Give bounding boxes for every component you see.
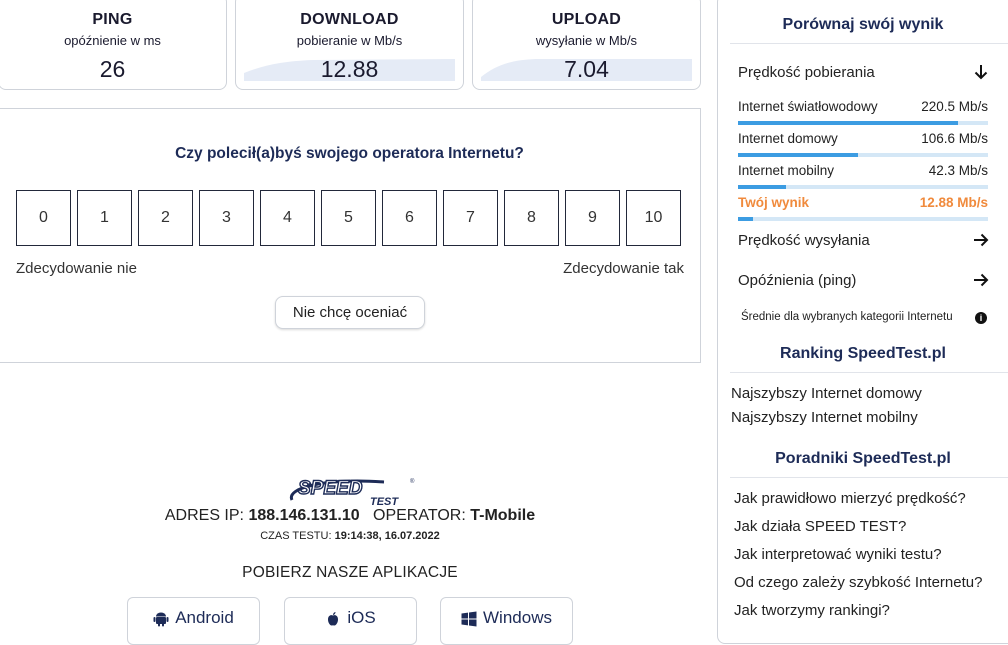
comparison-bar-fill bbox=[738, 185, 786, 189]
guide-link[interactable]: Jak działa SPEED TEST? bbox=[734, 518, 992, 535]
guide-link[interactable]: Od czego zależy szybkość Internetu? bbox=[734, 574, 992, 591]
windows-label: Windows bbox=[483, 608, 552, 627]
time-value: 19:14:38, 16.07.2022 bbox=[334, 530, 440, 542]
rating-1-button[interactable]: 1 bbox=[77, 190, 132, 246]
connection-info: ADRES IP: 188.146.131.10 OPERATOR: T-Mob… bbox=[0, 507, 700, 525]
operator-label: OPERATOR: bbox=[373, 507, 466, 524]
comparison-name: Internet domowy bbox=[738, 131, 838, 146]
rating-6-button[interactable]: 6 bbox=[382, 190, 437, 246]
arrow-right-icon bbox=[974, 233, 989, 247]
scale-left-label: Zdecydowanie nie bbox=[16, 260, 137, 277]
survey-panel: Czy polecił(a)byś swojego operatora Inte… bbox=[0, 108, 701, 363]
upload-speed-toggle[interactable]: Prędkość wysyłania bbox=[738, 232, 990, 249]
android-icon bbox=[153, 612, 169, 627]
averages-note: Średnie dla wybranych kategorii Internet… bbox=[741, 311, 987, 324]
android-label: Android bbox=[175, 608, 234, 627]
rating-2-button[interactable]: 2 bbox=[138, 190, 193, 246]
upload-speed-label: Prędkość wysyłania bbox=[738, 232, 870, 249]
download-speed-toggle[interactable]: Prędkość pobierania bbox=[738, 64, 990, 81]
upload-title: UPLOAD bbox=[551, 11, 622, 28]
comparison-bar-fill bbox=[738, 217, 753, 221]
ranking-link[interactable]: Najszybszy Internet domowy bbox=[731, 385, 922, 402]
rating-3-button[interactable]: 3 bbox=[199, 190, 254, 246]
windows-icon bbox=[461, 611, 477, 627]
android-app-button[interactable]: Android bbox=[127, 597, 260, 645]
comparison-name: Internet mobilny bbox=[738, 163, 835, 178]
guide-link[interactable]: Jak interpretować wyniki testu? bbox=[734, 546, 992, 563]
comparison-value: 220.5 Mb/s bbox=[921, 99, 988, 114]
comparison-bar-track bbox=[738, 153, 988, 157]
rating-10-button[interactable]: 10 bbox=[626, 190, 681, 246]
latency-label: Opóźnienia (ping) bbox=[738, 272, 857, 289]
upload-card: UPLOAD wysyłanie w Mb/s 7.04 bbox=[472, 0, 701, 90]
comparison-bar-track bbox=[738, 121, 988, 125]
latency-toggle[interactable]: Opóźnienia (ping) bbox=[738, 272, 990, 289]
rating-9-button[interactable]: 9 bbox=[565, 190, 620, 246]
time-label: CZAS TESTU: bbox=[260, 530, 332, 542]
comparison-name: Twój wynik bbox=[738, 195, 810, 210]
apple-icon bbox=[328, 612, 339, 626]
comparison-value: 42.3 Mb/s bbox=[928, 163, 988, 178]
rating-7-button[interactable]: 7 bbox=[443, 190, 498, 246]
ios-label: iOS bbox=[347, 608, 376, 627]
rating-0-button[interactable]: 0 bbox=[16, 190, 71, 246]
comparison-name: Internet światłowodowy bbox=[738, 99, 878, 114]
divider bbox=[730, 43, 1008, 44]
ip-value: 188.146.131.10 bbox=[248, 507, 360, 524]
comparison-value: 12.88 Mb/s bbox=[919, 195, 988, 210]
scale-right-label: Zdecydowanie tak bbox=[563, 260, 684, 277]
comparison-bar-fill bbox=[738, 121, 958, 125]
divider bbox=[730, 477, 1008, 478]
ip-label: ADRES IP: bbox=[164, 507, 244, 524]
ping-value: 26 bbox=[99, 56, 126, 82]
upload-subtitle: wysyłanie w Mb/s bbox=[535, 33, 638, 48]
windows-app-button[interactable]: Windows bbox=[440, 597, 573, 645]
ping-card: PING opóźnienie w ms 26 bbox=[0, 0, 227, 90]
apps-heading: POBIERZ NASZE APLIKACJE bbox=[242, 564, 458, 581]
rating-8-button[interactable]: 8 bbox=[504, 190, 559, 246]
ios-app-button[interactable]: iOS bbox=[284, 597, 417, 645]
download-subtitle: pobieranie w Mb/s bbox=[296, 33, 403, 48]
compare-heading: Porównaj swój wynik bbox=[782, 16, 944, 33]
comparison-bar-fill bbox=[738, 153, 858, 157]
download-card: DOWNLOAD pobieranie w Mb/s 12.88 bbox=[235, 0, 464, 90]
ping-title: PING bbox=[92, 11, 133, 28]
guide-link[interactable]: Jak tworzymy rankingi? bbox=[734, 602, 992, 619]
ranking-link[interactable]: Najszybszy Internet mobilny bbox=[731, 409, 918, 426]
arrow-down-icon bbox=[974, 65, 988, 80]
speedtest-logo[interactable]: SPEED TEST ® bbox=[284, 474, 419, 508]
comparison-bar-track bbox=[738, 217, 988, 221]
upload-value: 7.04 bbox=[564, 56, 609, 82]
svg-text:®: ® bbox=[410, 478, 415, 485]
info-icon[interactable]: i bbox=[975, 312, 987, 324]
rating-4-button[interactable]: 4 bbox=[260, 190, 315, 246]
guide-link[interactable]: Jak prawidłowo mierzyć prędkość? bbox=[734, 490, 992, 507]
download-speed-label: Prędkość pobierania bbox=[738, 64, 875, 81]
arrow-right-icon bbox=[974, 273, 989, 287]
download-value: 12.88 bbox=[320, 56, 379, 82]
survey-question: Czy polecił(a)byś swojego operatora Inte… bbox=[175, 145, 524, 162]
divider bbox=[730, 372, 1008, 373]
compare-sidebar: Porównaj swój wynik Prędkość pobierania … bbox=[717, 0, 1008, 644]
skip-rating-button[interactable]: Nie chcę oceniać bbox=[275, 296, 425, 329]
rating-5-button[interactable]: 5 bbox=[321, 190, 376, 246]
averages-note-text: Średnie dla wybranych kategorii Internet… bbox=[741, 311, 953, 323]
download-title: DOWNLOAD bbox=[300, 11, 399, 28]
ping-subtitle: opóźnienie w ms bbox=[64, 33, 161, 48]
test-time: CZAS TESTU: 19:14:38, 16.07.2022 bbox=[0, 530, 700, 542]
comparison-value: 106.6 Mb/s bbox=[921, 131, 988, 146]
operator-value: T-Mobile bbox=[470, 507, 536, 524]
logo-speed-text: SPEED bbox=[298, 478, 363, 499]
ranking-heading: Ranking SpeedTest.pl bbox=[780, 345, 946, 362]
comparison-bar-track bbox=[738, 185, 988, 189]
guides-heading: Poradniki SpeedTest.pl bbox=[775, 450, 951, 467]
